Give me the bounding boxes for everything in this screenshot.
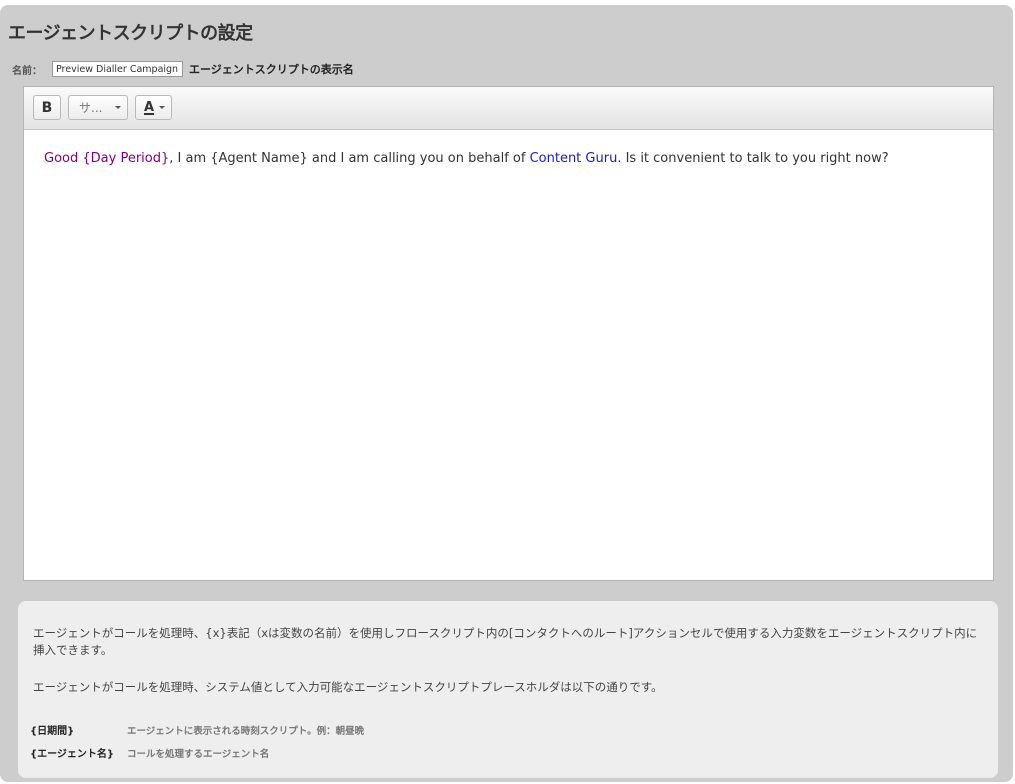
script-editor: B サ... A Good {Day Period}, I am {Agent … bbox=[23, 86, 994, 581]
script-text-greeting: Good bbox=[44, 151, 83, 166]
font-color-dropdown[interactable]: A bbox=[135, 95, 172, 120]
name-row: 名前： エージェントスクリプトの表示名 bbox=[12, 59, 354, 79]
font-size-label: サ... bbox=[79, 101, 103, 115]
font-size-dropdown[interactable]: サ... bbox=[68, 95, 128, 120]
settings-panel: エージェントスクリプトの設定 名前： エージェントスクリプトの表示名 B サ..… bbox=[0, 5, 1013, 782]
placeholder-key: {日期間} bbox=[30, 726, 75, 737]
placeholder-description: コールを処理するエージェント名 bbox=[127, 748, 270, 760]
name-label: 名前： bbox=[12, 65, 42, 77]
name-description: エージェントスクリプトの表示名 bbox=[189, 63, 354, 76]
script-text-question: . Is it convenient to talk to you right … bbox=[617, 151, 889, 166]
placeholder-key: {エージェント名} bbox=[30, 749, 115, 760]
help-paragraph-placeholders: エージェントがコールを処理時、システム値として入力可能なエージェントスクリプトプ… bbox=[33, 680, 663, 694]
help-panel: エージェントがコールを処理時、{x}表記（xは変数の名前）を使用しフロースクリプ… bbox=[18, 601, 998, 778]
page-title: エージェントスクリプトの設定 bbox=[8, 23, 253, 44]
chevron-down-icon bbox=[159, 106, 165, 109]
placeholder-description: エージェントに表示される時刻スクリプト。例：朝昼晩 bbox=[127, 725, 365, 737]
company-name-text: Content Guru bbox=[529, 151, 618, 166]
placeholder-day-period: {Day Period} bbox=[82, 151, 170, 166]
help-paragraph-variables: エージェントがコールを処理時、{x}表記（xは変数の名前）を使用しフロースクリプ… bbox=[33, 626, 978, 657]
chevron-down-icon bbox=[115, 106, 121, 109]
bold-button[interactable]: B bbox=[33, 95, 61, 120]
editor-toolbar: B サ... A bbox=[24, 87, 993, 130]
script-text-body: , I am {Agent Name} and I am calling you… bbox=[169, 151, 530, 166]
font-color-icon: A bbox=[144, 100, 155, 115]
name-input[interactable] bbox=[52, 61, 183, 77]
placeholder-row: {エージェント名} コールを処理するエージェント名 bbox=[30, 745, 270, 761]
editor-content[interactable]: Good {Day Period}, I am {Agent Name} and… bbox=[44, 151, 973, 166]
placeholder-row: {日期間} エージェントに表示される時刻スクリプト。例：朝昼晩 bbox=[30, 722, 365, 738]
